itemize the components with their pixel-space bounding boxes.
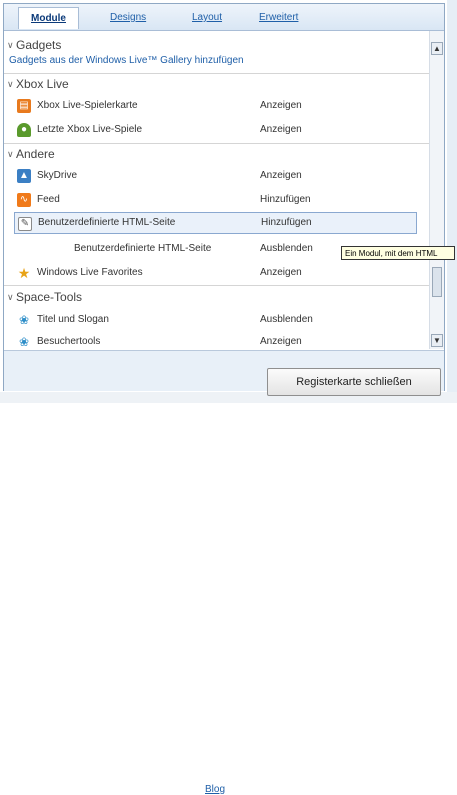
tab-layout[interactable]: Layout [192, 12, 222, 24]
section-header-xbox-live[interactable]: ∨ Xbox Live [4, 74, 429, 94]
favorites-star-icon: ★ [17, 265, 31, 281]
module-action[interactable]: Anzeigen [260, 336, 302, 348]
html-page-icon: ✎ [18, 217, 32, 231]
module-action[interactable]: Anzeigen [260, 100, 302, 112]
list-item-favorites[interactable]: ★ Windows Live Favorites Anzeigen [4, 262, 429, 284]
module-name: Benutzerdefinierte HTML-Seite [38, 217, 176, 228]
list-item-feed[interactable]: ∿ Feed Hinzufügen [4, 189, 429, 211]
add-gadgets-link[interactable]: Gadgets aus der Windows Live™ Gallery hi… [9, 55, 244, 67]
tab-erweitert[interactable]: Erweitert [259, 12, 298, 24]
module-name: Letzte Xbox Live-Spiele [37, 124, 143, 135]
chevron-down-icon: ∨ [7, 79, 14, 89]
module-action[interactable]: Anzeigen [260, 124, 302, 136]
panel-footer: Registerkarte schließen [4, 350, 444, 396]
list-item-titel-slogan[interactable]: ❀ Titel und Slogan Ausblenden [4, 309, 429, 331]
module-name: Windows Live Favorites [37, 267, 143, 278]
list-item-skydrive[interactable]: ▲ SkyDrive Anzeigen [4, 165, 429, 187]
list-item-html-seite-selected[interactable]: ✎ Benutzerdefinierte HTML-Seite Hinzufüg… [14, 212, 417, 234]
tab-designs[interactable]: Designs [110, 12, 146, 24]
section-header-andere[interactable]: ∨ Andere [4, 144, 429, 164]
module-name: Xbox Live-Spielerkarte [37, 100, 138, 111]
section-title: Andere [16, 147, 55, 161]
module-action[interactable]: Ausblenden [260, 243, 313, 255]
section-title: Xbox Live [16, 77, 69, 91]
list-item-xbox-spielerkarte[interactable]: ▤ Xbox Live-Spielerkarte Anzeigen [4, 95, 429, 117]
scroll-up-icon[interactable]: ▲ [431, 42, 443, 55]
module-action[interactable]: Hinzufügen [261, 217, 312, 229]
divider [4, 285, 429, 286]
chevron-down-icon: ∨ [7, 40, 14, 50]
module-list: ∨ Gadgets Gadgets aus der Windows Live™ … [4, 31, 429, 349]
customize-panel: Module Designs Layout Erweitert ∨ Gadget… [3, 3, 445, 396]
module-name: Benutzerdefinierte HTML-Seite [74, 243, 212, 254]
module-action[interactable]: Anzeigen [260, 267, 302, 279]
chevron-down-icon: ∨ [7, 292, 14, 302]
butterfly-icon: ❀ [18, 335, 30, 349]
xbox-games-icon: ● [17, 123, 31, 137]
rss-feed-icon: ∿ [17, 193, 31, 207]
module-action[interactable]: Ausblenden [260, 314, 313, 326]
xbox-card-icon: ▤ [17, 99, 31, 113]
module-name: Feed [37, 194, 60, 205]
section-title: Gadgets [16, 38, 62, 52]
module-name: Titel und Slogan [37, 314, 109, 325]
tab-module[interactable]: Module [18, 7, 79, 29]
tab-bar: Module Designs Layout Erweitert [4, 4, 444, 31]
butterfly-icon: ❀ [18, 313, 30, 327]
page-background-right [447, 0, 457, 403]
vertical-scrollbar[interactable]: ▲ ▼ [429, 31, 444, 349]
section-header-gadgets[interactable]: ∨ Gadgets [4, 35, 429, 55]
module-name: Besuchertools [37, 336, 101, 347]
chevron-down-icon: ∨ [7, 149, 14, 159]
section-title: Space-Tools [16, 290, 83, 304]
list-item-besuchertools[interactable]: ❀ Besuchertools Anzeigen [4, 331, 429, 349]
section-header-space-tools[interactable]: ∨ Space-Tools [4, 287, 429, 307]
module-action[interactable]: Hinzufügen [260, 194, 311, 206]
blog-link[interactable]: Blog [205, 785, 225, 795]
scroll-thumb[interactable] [432, 267, 442, 297]
module-name: SkyDrive [37, 170, 78, 181]
scroll-down-icon[interactable]: ▼ [431, 334, 443, 347]
list-item-xbox-spiele[interactable]: ● Letzte Xbox Live-Spiele Anzeigen [4, 119, 429, 141]
module-action[interactable]: Anzeigen [260, 170, 302, 182]
tooltip: Ein Modul, mit dem HTML [341, 246, 455, 260]
close-tab-button[interactable]: Registerkarte schließen [267, 368, 441, 396]
skydrive-icon: ▲ [17, 169, 31, 183]
